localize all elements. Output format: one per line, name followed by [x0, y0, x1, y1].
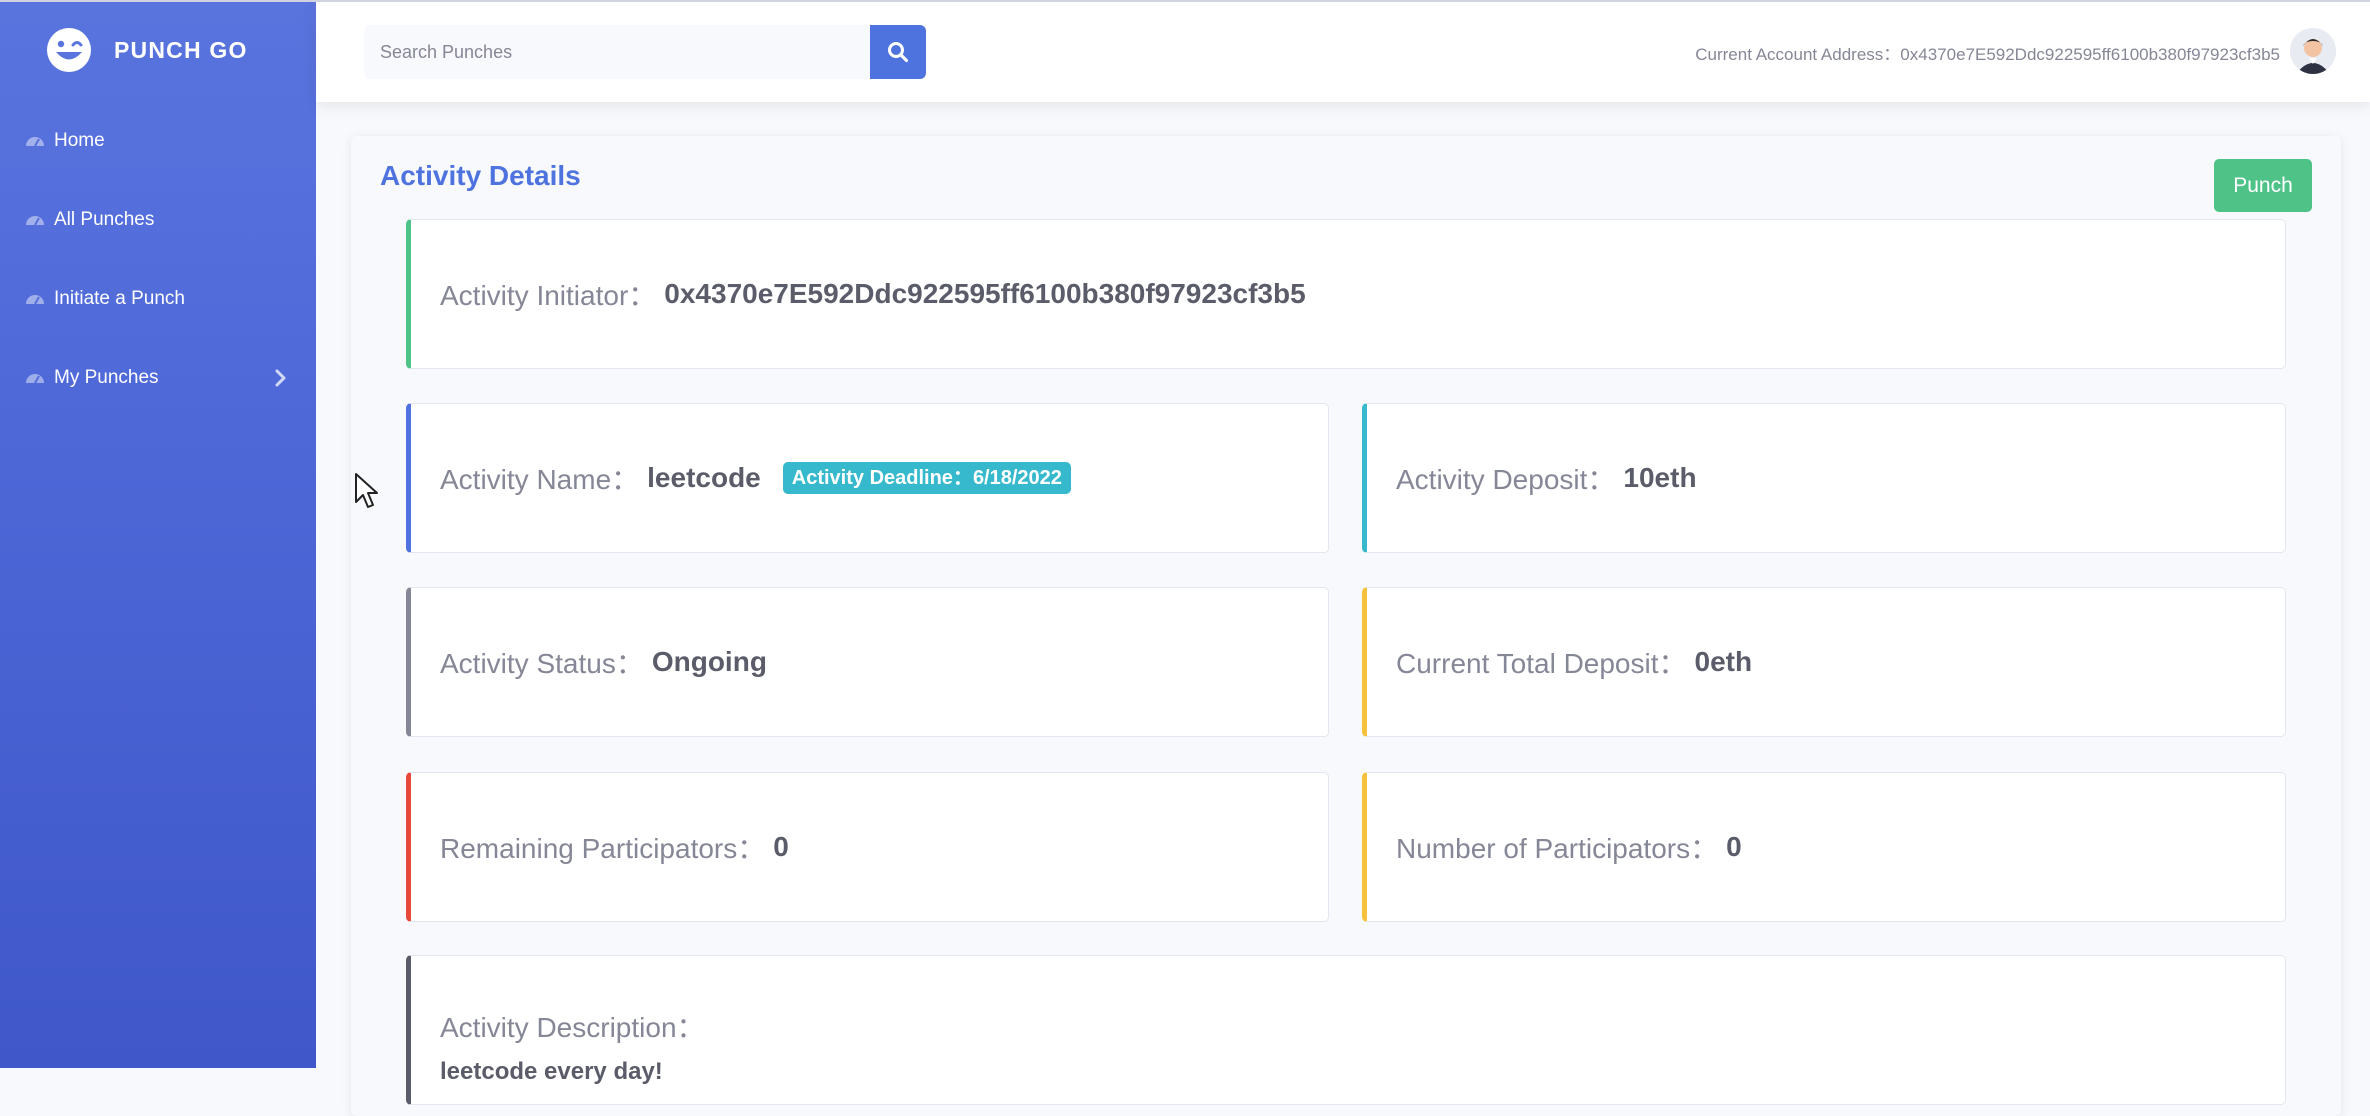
activity-initiator-value: 0x4370e7E592Ddc922595ff6100b380f97923cf3… — [664, 278, 1306, 309]
chevron-right-icon[interactable] — [274, 367, 288, 389]
account-address: Current Account Address：0x4370e7E592Ddc9… — [1695, 40, 2280, 65]
dashboard-gauge-icon — [24, 288, 46, 310]
current-total-deposit-label: Current Total Deposit： — [1396, 648, 1687, 679]
current-total-deposit-value: 0eth — [1694, 646, 1753, 677]
activity-deposit-value: 10eth — [1623, 462, 1697, 493]
page-title: Activity Details — [380, 160, 581, 191]
activity-status-label: Activity Status： — [440, 648, 644, 679]
dashboard-gauge-icon — [24, 130, 46, 152]
user-avatar-icon — [2290, 28, 2336, 74]
activity-deposit-panel: Activity Deposit： 10eth — [1362, 403, 2286, 553]
avatar[interactable] — [2290, 28, 2336, 74]
brand-name: PUNCH GO — [114, 36, 248, 63]
sidebar-item-my-punches[interactable]: My Punches — [0, 348, 316, 408]
window-top-border — [0, 0, 2370, 2]
sidebar-item-label: Home — [54, 130, 105, 151]
number-of-participators-value: 0 — [1726, 831, 1742, 862]
sidebar-item-label: All Punches — [54, 209, 155, 230]
activity-details-card: Activity Details Punch Activity Initiato… — [351, 136, 2341, 1116]
laugh-wink-logo-icon — [47, 28, 91, 72]
search-button[interactable] — [870, 25, 926, 79]
activity-initiator-panel: Activity Initiator： 0x4370e7E592Ddc92259… — [406, 219, 2286, 369]
activity-status-panel: Activity Status： Ongoing — [406, 587, 1329, 737]
sidebar-item-all-punches[interactable]: All Punches — [0, 190, 316, 250]
current-total-deposit-panel: Current Total Deposit： 0eth — [1362, 587, 2286, 737]
remaining-participators-label: Remaining Participators： — [440, 833, 766, 864]
dashboard-gauge-icon — [24, 367, 46, 389]
punch-button[interactable]: Punch — [2214, 159, 2312, 212]
number-of-participators-panel: Number of Participators： 0 — [1362, 772, 2286, 922]
sidebar-item-initiate-punch[interactable]: Initiate a Punch — [0, 269, 316, 329]
activity-name-value: leetcode — [647, 462, 761, 493]
mouse-cursor-icon — [355, 473, 378, 508]
brand[interactable]: PUNCH GO — [46, 22, 248, 78]
activity-deadline-badge: Activity Deadline：6/18/2022 — [782, 462, 1071, 494]
topbar: Current Account Address：0x4370e7E592Ddc9… — [316, 0, 2370, 102]
activity-status-value: Ongoing — [651, 646, 767, 677]
sidebar: PUNCH GO Home All Punches Initiate a Pun… — [0, 0, 316, 1068]
activity-description-panel: Activity Description： leetcode every day… — [406, 955, 2286, 1105]
activity-description-value: leetcode every day! — [440, 1058, 663, 1085]
activity-deadline-label: Activity Deadline： — [791, 467, 973, 489]
number-of-participators-label: Number of Participators： — [1396, 833, 1719, 864]
remaining-participators-panel: Remaining Participators： 0 — [406, 772, 1329, 922]
sidebar-item-label: Initiate a Punch — [54, 288, 185, 309]
account-address-value: 0x4370e7E592Ddc922595ff6100b380f97923cf3… — [1900, 45, 2280, 64]
remaining-participators-value: 0 — [773, 831, 789, 862]
activity-deadline-value: 6/18/2022 — [972, 467, 1062, 489]
search-icon — [888, 42, 909, 63]
activity-name-panel: Activity Name： leetcode Activity Deadlin… — [406, 403, 1329, 553]
activity-initiator-label: Activity Initiator： — [440, 280, 657, 311]
sidebar-item-label: My Punches — [54, 367, 159, 388]
search-bar — [364, 25, 926, 79]
search-input[interactable] — [364, 25, 870, 79]
activity-deposit-label: Activity Deposit： — [1396, 464, 1616, 495]
activity-name-label: Activity Name： — [440, 464, 640, 495]
dashboard-gauge-icon — [24, 209, 46, 231]
sidebar-item-home[interactable]: Home — [0, 111, 316, 171]
account-address-label: Current Account Address： — [1695, 45, 1901, 64]
activity-description-label: Activity Description： — [440, 1012, 705, 1043]
